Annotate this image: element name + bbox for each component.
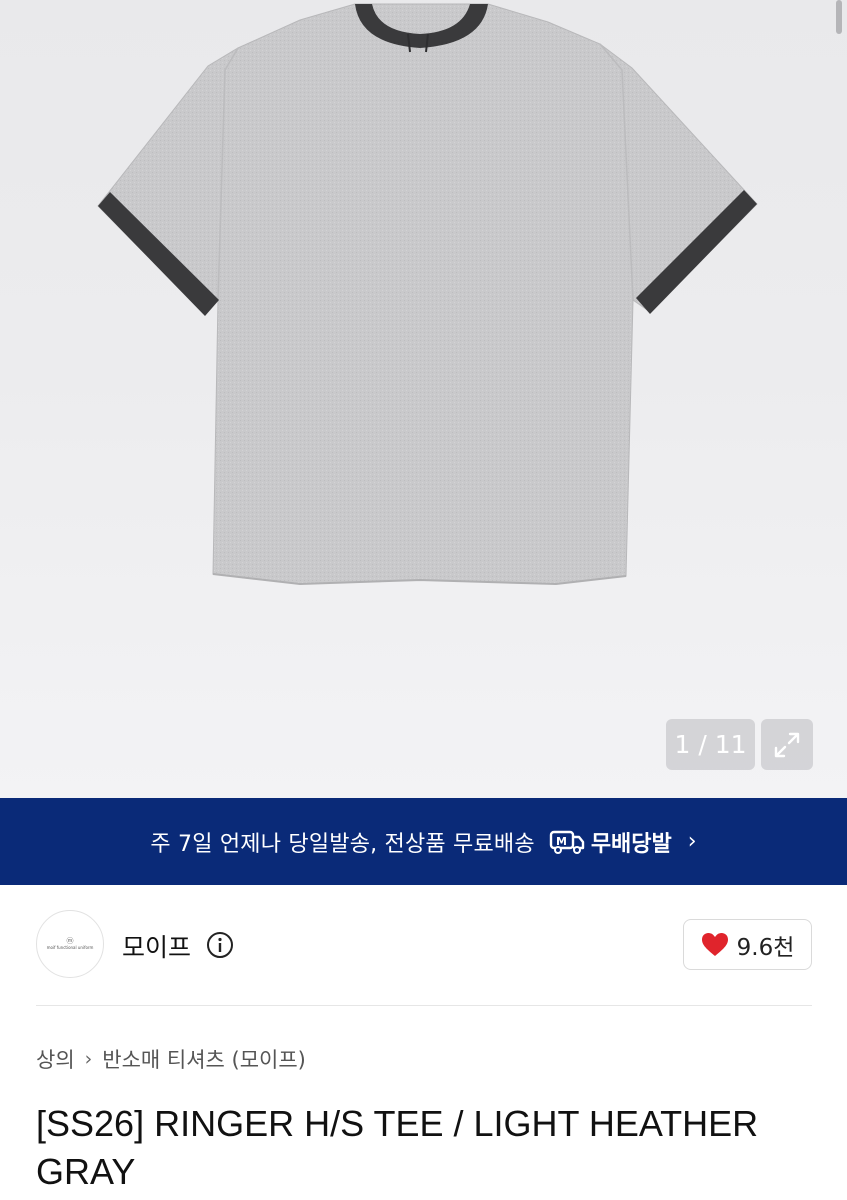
product-title: [SS26] RINGER H/S TEE / LIGHT HEATHER GR… bbox=[36, 1103, 759, 1192]
expand-icon bbox=[774, 732, 800, 757]
like-count: 9.6천 bbox=[736, 934, 795, 961]
scroll-indicator bbox=[836, 0, 842, 34]
breadcrumb: 상의 › 반소매 티셔츠 (모이프) bbox=[36, 1044, 306, 1074]
product-image-gallery[interactable]: 1 / 11 bbox=[0, 0, 847, 798]
banner-text: 주 7일 언제나 당일발송, 전상품 무료배송 bbox=[150, 831, 535, 857]
expand-button[interactable] bbox=[761, 719, 813, 770]
product-image[interactable] bbox=[0, 0, 847, 798]
breadcrumb-item-subcategory[interactable]: 반소매 티셔츠 (모이프) bbox=[102, 1044, 306, 1074]
like-button[interactable]: 9.6천 bbox=[683, 919, 812, 970]
shop-logo[interactable]: ⓜ moif functional uniform bbox=[36, 910, 104, 978]
image-page-counter: 1 / 11 bbox=[666, 719, 755, 770]
chevron-right-icon: › bbox=[84, 1048, 93, 1070]
delivery-label: 무배당발 bbox=[590, 831, 672, 857]
chevron-right-icon: › bbox=[687, 829, 697, 854]
info-icon[interactable] bbox=[206, 931, 234, 959]
delivery-truck-icon: M bbox=[549, 830, 585, 854]
delivery-badge: M 무배당발 bbox=[549, 826, 672, 858]
heart-icon bbox=[701, 933, 728, 956]
shop-info: ⓜ moif functional uniform 모이프 9.6천 bbox=[36, 910, 812, 980]
shop-name[interactable]: 모이프 bbox=[122, 928, 191, 964]
breadcrumb-item-category[interactable]: 상의 bbox=[36, 1044, 75, 1074]
divider bbox=[36, 1005, 812, 1006]
shop-logo-mark-icon: ⓜ bbox=[66, 937, 74, 945]
shop-logo-text: moif functional uniform bbox=[46, 945, 94, 950]
delivery-banner[interactable]: 주 7일 언제나 당일발송, 전상품 무료배송 M 무배당발 › bbox=[0, 798, 847, 885]
